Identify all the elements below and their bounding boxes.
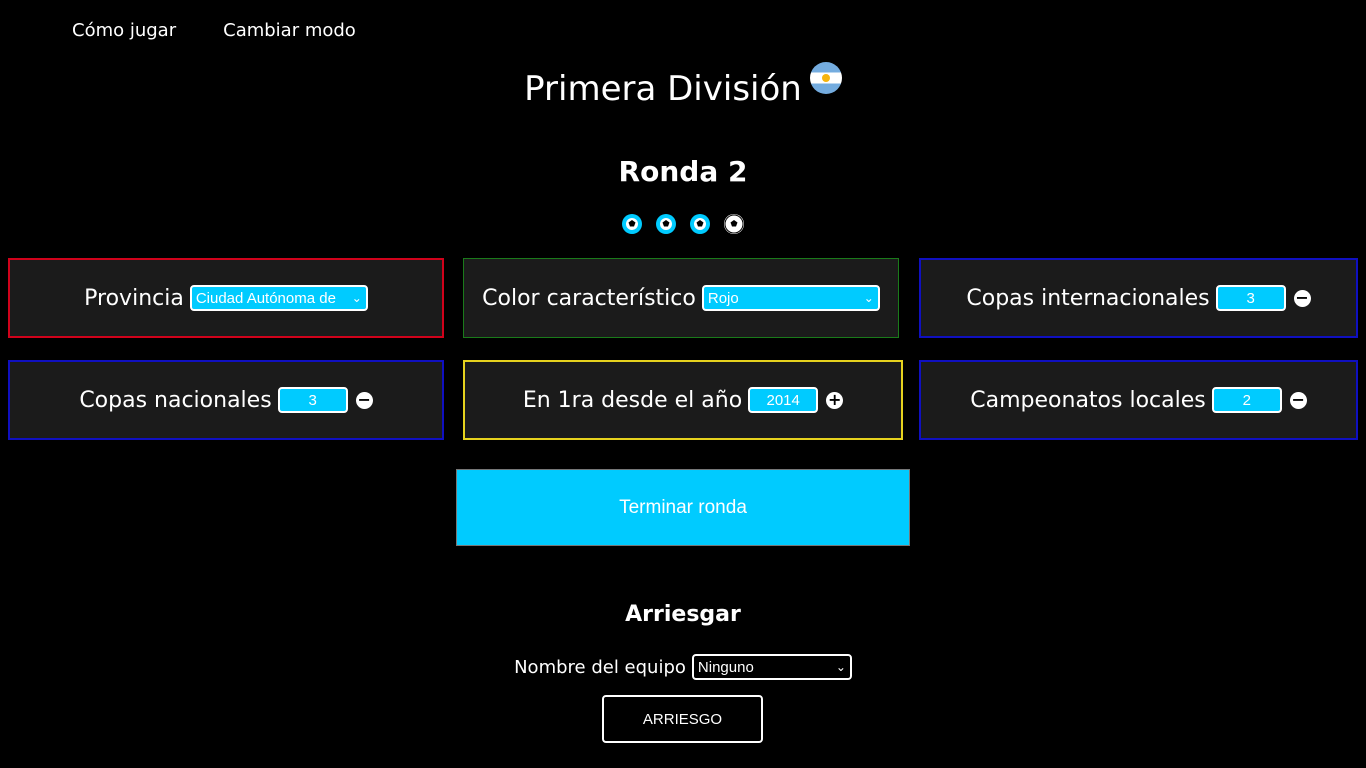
chevron-down-icon: ⌄ xyxy=(835,660,846,674)
guess-title: Arriesgar xyxy=(625,602,741,627)
team-select[interactable]: Ninguno ⌄ xyxy=(691,654,852,680)
intl-cups-label: Copas internacionales xyxy=(966,285,1210,311)
local-titles-card: Campeonatos locales 2 − xyxy=(919,360,1358,440)
color-value: Rojo xyxy=(707,289,739,307)
intl-cups-card: Copas internacionales 3 − xyxy=(919,258,1358,338)
soccer-ball-icon xyxy=(656,214,676,234)
province-value: Ciudad Autónoma de xyxy=(195,289,336,307)
color-select[interactable]: Rojo ⌄ xyxy=(701,285,880,311)
argentina-flag-icon xyxy=(809,62,842,94)
chevron-down-icon: ⌄ xyxy=(863,291,874,305)
province-label: Provincia xyxy=(84,285,184,311)
team-select-value: Ninguno xyxy=(697,658,754,676)
natl-cups-card: Copas nacionales 3 − xyxy=(8,360,444,440)
since-year-card: En 1ra desde el año 2014 + xyxy=(463,360,903,440)
local-titles-input[interactable]: 2 xyxy=(1211,387,1282,413)
guess-row: Nombre del equipo Ninguno ⌄ xyxy=(0,654,1366,680)
color-label: Color característico xyxy=(482,285,696,311)
minus-icon: − xyxy=(355,390,373,409)
natl-cups-input[interactable]: 3 xyxy=(277,387,348,413)
top-nav: Cómo jugar Cambiar modo xyxy=(72,20,356,41)
end-round-button[interactable]: Terminar ronda xyxy=(456,469,910,546)
guess-submit-button[interactable]: ARRIESGO xyxy=(602,695,763,743)
round-progress xyxy=(0,213,1366,235)
color-card: Color característico Rojo ⌄ xyxy=(463,258,899,338)
local-titles-label: Campeonatos locales xyxy=(970,387,1206,413)
team-name-label: Nombre del equipo xyxy=(514,656,686,678)
province-card: Provincia Ciudad Autónoma de ⌄ xyxy=(8,258,444,338)
chevron-down-icon: ⌄ xyxy=(351,291,362,305)
how-to-play-link[interactable]: Cómo jugar xyxy=(72,20,176,41)
plus-icon: + xyxy=(826,390,844,409)
soccer-ball-icon xyxy=(724,214,744,234)
since-year-input[interactable]: 2014 xyxy=(748,387,819,413)
since-year-label: En 1ra desde el año xyxy=(522,387,743,413)
intl-cups-input[interactable]: 3 xyxy=(1215,285,1286,311)
page-title: Primera División xyxy=(0,62,1366,109)
province-select[interactable]: Ciudad Autónoma de ⌄ xyxy=(189,285,368,311)
natl-cups-label: Copas nacionales xyxy=(79,387,272,413)
change-mode-link[interactable]: Cambiar modo xyxy=(223,20,356,41)
minus-icon: − xyxy=(1293,288,1311,307)
minus-icon: − xyxy=(1289,390,1307,409)
soccer-ball-icon xyxy=(690,214,710,234)
soccer-ball-icon xyxy=(622,214,642,234)
round-label: Ronda 2 xyxy=(618,155,748,188)
title-text: Primera División xyxy=(524,69,802,109)
